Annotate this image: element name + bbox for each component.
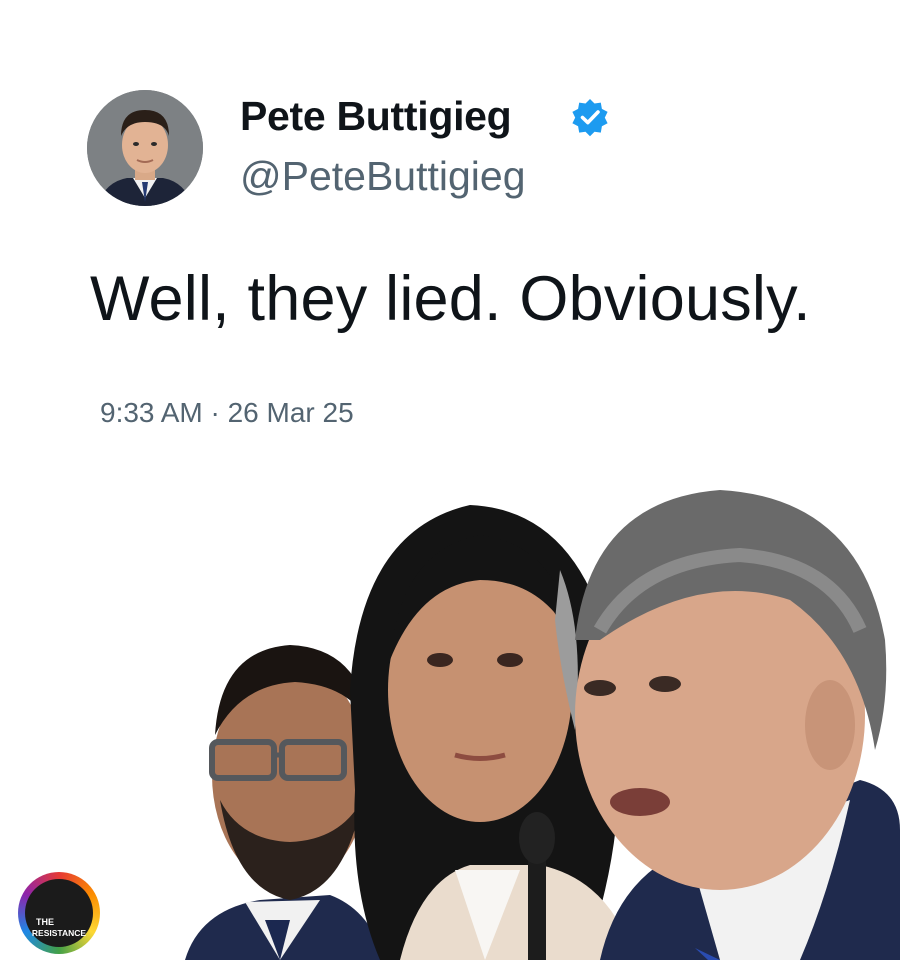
logo-text-resistance: RESISTANCE <box>31 928 87 938</box>
logo-text-the: THE <box>36 917 54 927</box>
hearing-photo <box>185 490 900 960</box>
avatar-portrait <box>87 90 203 206</box>
verified-badge-icon <box>572 99 608 137</box>
the-resistance-logo: THE RESISTANCE <box>18 872 100 954</box>
author-avatar[interactable] <box>87 90 203 206</box>
tweet-timestamp[interactable]: 9:33 AM · 26 Mar 25 <box>100 397 354 429</box>
author-handle[interactable]: @PeteButtigieg <box>240 153 526 200</box>
author-name[interactable]: Pete Buttigieg <box>240 93 512 140</box>
tweet-text: Well, they lied. Obviously. <box>90 264 811 334</box>
tweet-card: Pete Buttigieg @PeteButtigieg Well, they… <box>0 0 900 460</box>
person-right <box>575 490 900 960</box>
